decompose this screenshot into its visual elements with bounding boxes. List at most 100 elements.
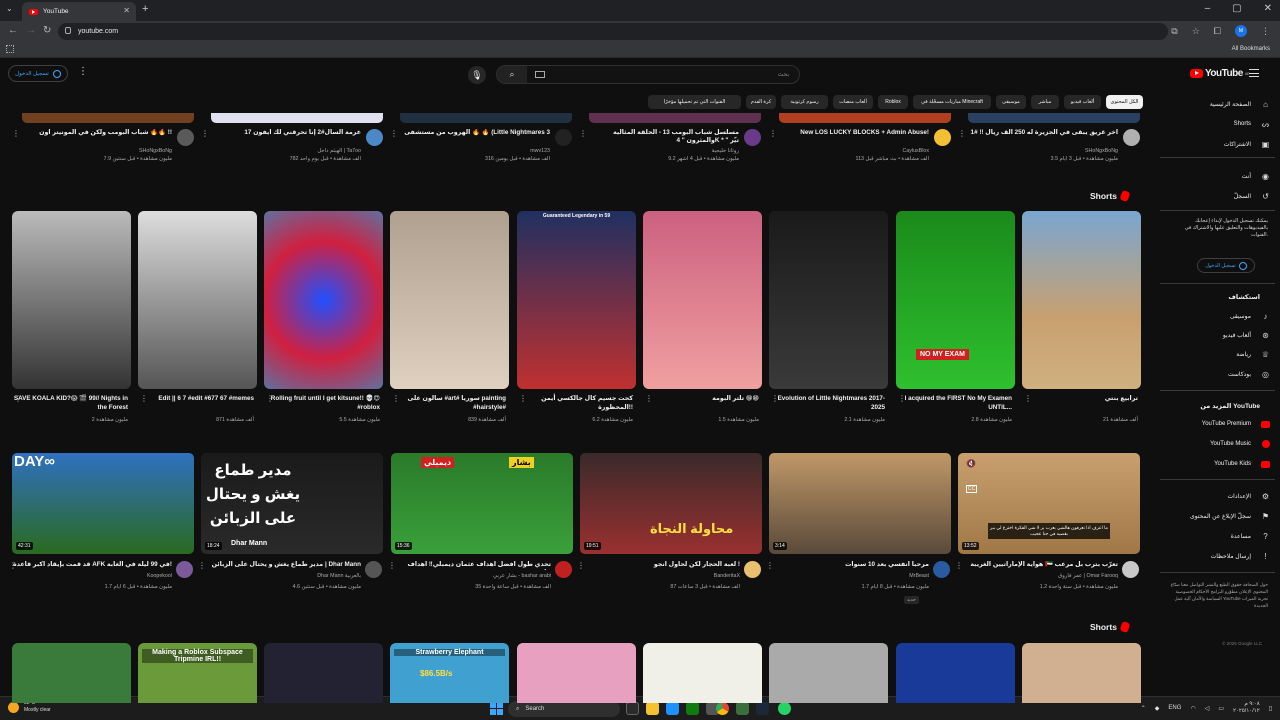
channel-avatar[interactable] xyxy=(744,129,761,146)
more-actions-icon[interactable]: ⋮ xyxy=(390,129,398,138)
chip-football[interactable]: كرة القدم xyxy=(746,95,776,109)
bookmark-star-icon[interactable]: ☆ xyxy=(1192,26,1200,37)
steam-icon[interactable] xyxy=(756,702,769,715)
short-title[interactable]: I acquired the FIRST No My Examen UNTIL.… xyxy=(896,394,1012,412)
xbox-icon[interactable] xyxy=(686,702,699,715)
channel-avatar[interactable] xyxy=(744,561,761,578)
video-thumbnail[interactable]: 42:31 DAY∞ xyxy=(12,453,194,554)
short-thumbnail[interactable] xyxy=(138,211,257,389)
sidebar-item-feedback[interactable]: إرسال ملاحظات! xyxy=(1150,547,1270,565)
file-explorer-icon[interactable] xyxy=(646,702,659,715)
more-actions-icon[interactable]: ⋮ xyxy=(519,394,527,403)
channel-name[interactable]: BanderitaX xyxy=(580,573,740,579)
channel-avatar[interactable] xyxy=(555,561,572,578)
channel-name[interactable]: بشار عربي - bashar arabi xyxy=(391,573,551,579)
minecraft-icon[interactable] xyxy=(736,702,749,715)
more-actions-icon[interactable]: ⋮ xyxy=(198,561,206,570)
browser-tab-youtube[interactable]: YouTube ✕ xyxy=(22,2,136,21)
extensions-icon[interactable]: ⧠ xyxy=(1214,26,1221,37)
short-thumbnail[interactable] xyxy=(896,643,1015,703)
more-actions-icon[interactable]: ⋮ xyxy=(577,561,585,570)
profile-avatar[interactable]: M xyxy=(1235,25,1247,37)
video-thumbnail[interactable] xyxy=(779,113,951,123)
minimize-icon[interactable]: – xyxy=(1205,3,1211,14)
video-title[interactable]: مدير طماع يغش و يحتال على الزبائن | Dhar… xyxy=(201,561,361,570)
short-thumbnail[interactable]: NO MY EXAM xyxy=(896,211,1015,389)
chip-platformers[interactable]: ألعاب منصات xyxy=(833,95,873,109)
tab-close-icon[interactable]: ✕ xyxy=(123,6,130,15)
chip-roblox[interactable]: Roblox xyxy=(878,95,908,109)
channel-name[interactable]: MrBeast xyxy=(769,573,929,579)
settings-menu-icon[interactable]: ⋮ xyxy=(78,66,88,77)
task-view-icon[interactable] xyxy=(626,702,639,715)
short-thumbnail[interactable] xyxy=(517,643,636,703)
sidebar-item-youtube-premium[interactable]: YouTube Premium xyxy=(1150,415,1270,433)
channel-name[interactable]: Dhar Mann بالعربية xyxy=(201,573,361,579)
more-actions-icon[interactable]: ⋮ xyxy=(955,561,963,570)
address-bar[interactable]: youtube.com xyxy=(58,23,1168,40)
channel-name[interactable]: Koopekool xyxy=(12,573,172,579)
chip-recently-uploaded[interactable]: القنوات التي تم تحميلها مؤخرًا xyxy=(648,95,741,109)
tray-chevron-icon[interactable]: ⌃ xyxy=(1141,705,1146,712)
keyboard-icon[interactable] xyxy=(535,71,545,78)
more-actions-icon[interactable]: ⋮ xyxy=(771,394,779,403)
channel-avatar[interactable] xyxy=(366,129,383,146)
video-title[interactable]: New LOS LUCKY BLOCKS + Admin Abuse! xyxy=(779,129,929,146)
short-title[interactable]: تلتر البومة 😁😁 xyxy=(643,394,759,403)
channel-name[interactable]: عمر فاروق | Omar Farooq xyxy=(958,573,1118,579)
more-actions-icon[interactable]: ⋮ xyxy=(392,394,400,403)
video-thumbnail[interactable]: 15:36 ديمبلي بشار xyxy=(391,453,573,554)
more-actions-icon[interactable]: ⋮ xyxy=(958,129,966,138)
taskbar-search[interactable]: ⌕ Search xyxy=(508,701,620,717)
video-thumbnail[interactable] xyxy=(211,113,383,123)
sidebar-item-home[interactable]: الصفحة الرئيسية ⌂ xyxy=(1150,95,1270,113)
language-indicator[interactable]: ENG xyxy=(1168,705,1181,711)
video-thumbnail[interactable]: 18:24 مدير طماع يغش و يحتال على الزبائن Dh… xyxy=(201,453,383,554)
short-thumbnail[interactable]: Making a Roblox Subspace Tripmine IRL!! xyxy=(138,643,257,703)
channel-name[interactable]: SHoNgxBoNg xyxy=(968,148,1118,154)
more-actions-icon[interactable]: ⋮ xyxy=(14,394,22,403)
video-title[interactable]: الهروب من مستشفى 🔥 🔥 (Little Nightmares … xyxy=(400,129,550,146)
mute-icon[interactable]: 🔇 xyxy=(966,459,976,468)
sidebar-item-music[interactable]: موسيقى ♪ xyxy=(1150,307,1270,325)
channel-avatar[interactable] xyxy=(933,561,950,578)
sign-in-button[interactable]: تسجيل الدخول xyxy=(8,65,68,82)
browser-menu-icon[interactable]: ⋮ xyxy=(1261,26,1270,37)
short-thumbnail[interactable]: Guaranteed Legendary in 59 xyxy=(517,211,636,389)
channel-avatar[interactable] xyxy=(176,561,193,578)
sidebar-item-you[interactable]: أنت ◉ xyxy=(1150,167,1270,185)
short-thumbnail[interactable] xyxy=(390,211,509,389)
video-title[interactable]: تحدي طول أفضل أهداف عثمان ديمبلي‼ أهداف … xyxy=(391,561,552,570)
chip-live[interactable]: مباشر xyxy=(1031,95,1059,109)
sidebar-item-podcasts[interactable]: بودكاست ◎ xyxy=(1150,365,1270,383)
notifications-icon[interactable]: ▯ xyxy=(1269,705,1272,712)
new-tab-icon[interactable]: + xyxy=(142,3,148,15)
short-title[interactable]: Rolling fruit until I get kitsune!! 💀😍 #… xyxy=(264,394,380,412)
sidebar-item-settings[interactable]: الإعدادات ⚙ xyxy=(1150,487,1270,505)
video-thumbnail[interactable] xyxy=(22,113,194,123)
channel-avatar[interactable] xyxy=(1123,129,1140,146)
search-input[interactable]: بحث xyxy=(778,71,789,78)
short-thumbnail[interactable] xyxy=(1022,643,1141,703)
tab-search-icon[interactable]: ⌄ xyxy=(6,4,13,13)
more-actions-icon[interactable]: ⋮ xyxy=(898,394,906,403)
chip-minecraft[interactable]: مباريات مسجّلة في Minecraft xyxy=(913,95,991,109)
short-title[interactable]: سالون على #art# سوريا painting #hairstyl… xyxy=(390,394,506,412)
video-title[interactable]: قد قمت بإيقاد أكبر قاعدة AFK في 99 ليلة … xyxy=(12,561,172,570)
sidebar-item-youtube-music[interactable]: YouTube Music xyxy=(1150,435,1270,453)
short-thumbnail[interactable] xyxy=(264,643,383,703)
sidebar-footer-links[interactable]: حول الصحافة حقوق الطبع والنشر التواصل مع… xyxy=(1168,581,1268,609)
more-actions-icon[interactable]: ⋮ xyxy=(266,394,274,403)
sidebar-item-shorts[interactable]: Shorts ᔕ xyxy=(1150,115,1270,133)
short-thumbnail[interactable] xyxy=(12,211,131,389)
forward-icon[interactable]: → xyxy=(26,25,36,36)
edge-icon[interactable] xyxy=(666,702,679,715)
video-thumbnail[interactable]: 3:14 xyxy=(769,453,951,554)
search-box[interactable]: ⌕ بحث xyxy=(496,65,800,84)
wifi-icon[interactable]: ◠ xyxy=(1190,705,1195,712)
sidebar-item-subscriptions[interactable]: الاشتراكات ▣ xyxy=(1150,135,1270,153)
video-title[interactable]: شباب البومب ولكن في المونيتر اون 🔥🔥 !! xyxy=(22,129,172,146)
video-title[interactable]: مرحبا انفسي بعد 10 سنوات xyxy=(769,561,929,570)
sidebar-sign-in-button[interactable]: تسجيل الدخول xyxy=(1197,258,1255,273)
channel-avatar[interactable] xyxy=(1122,561,1139,578)
